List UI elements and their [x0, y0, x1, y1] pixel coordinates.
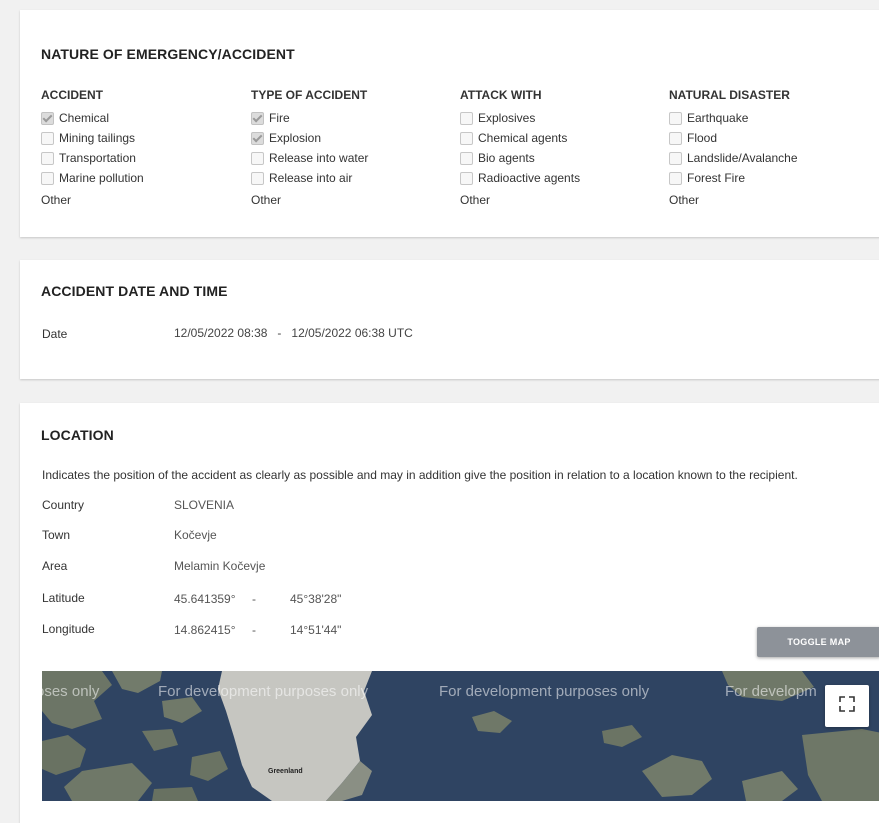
- checkbox-option[interactable]: Flood: [669, 128, 869, 148]
- checkbox[interactable]: [460, 131, 473, 145]
- checkbox-label: Marine pollution: [59, 171, 144, 185]
- town-label: Town: [42, 528, 71, 542]
- latitude-separator: -: [252, 592, 256, 606]
- checkbox-label: Release into water: [269, 151, 369, 165]
- checkbox-option[interactable]: Explosion: [251, 128, 451, 148]
- checkbox-label: Earthquake: [687, 111, 749, 125]
- map-watermark: For development purposes only: [439, 683, 650, 700]
- accident-datetime-title: ACCIDENT DATE AND TIME: [41, 283, 228, 299]
- checkbox-option[interactable]: Fire: [251, 108, 451, 128]
- checkbox-label: Bio agents: [478, 151, 535, 165]
- checkbox[interactable]: [669, 171, 682, 185]
- checkbox[interactable]: [41, 131, 54, 145]
- longitude-separator: -: [252, 623, 256, 637]
- checkbox[interactable]: [460, 151, 473, 165]
- nature-of-emergency-title: NATURE OF EMERGENCY/ACCIDENT: [41, 46, 295, 62]
- checkbox[interactable]: [669, 111, 682, 125]
- checkbox-label: Radioactive agents: [478, 171, 581, 185]
- latitude-label: Latitude: [42, 591, 85, 605]
- area-label: Area: [42, 559, 68, 573]
- checkbox-label: Landslide/Avalanche: [687, 151, 798, 165]
- fullscreen-button[interactable]: [825, 685, 869, 727]
- checkbox-label: Flood: [687, 131, 718, 145]
- date-value: 12/05/2022 08:38 - 12/05/2022 06:38 UTC: [174, 326, 413, 340]
- nature-column: ATTACK WITH Explosives Chemical agents Bio …: [460, 88, 660, 207]
- checkbox[interactable]: [669, 131, 682, 145]
- column-heading: ACCIDENT: [41, 88, 103, 102]
- checkbox-option[interactable]: Release into air: [251, 168, 451, 188]
- checkbox[interactable]: [251, 151, 264, 165]
- checkbox-option[interactable]: Marine pollution: [41, 168, 241, 188]
- location-card: LOCATION Indicates the position of the a…: [20, 403, 879, 823]
- checkbox[interactable]: [251, 111, 264, 125]
- location-title: LOCATION: [41, 427, 114, 443]
- checkbox-option[interactable]: Landslide/Avalanche: [669, 148, 869, 168]
- checkbox-label: Transportation: [59, 151, 136, 165]
- checkbox-option[interactable]: Chemical: [41, 108, 241, 128]
- latitude-decimal: 45.641359°: [174, 592, 236, 606]
- checkbox-label: Release into air: [269, 171, 353, 185]
- checkbox[interactable]: [460, 111, 473, 125]
- nature-column: ACCIDENT Chemical Mining tailings Transport…: [41, 88, 241, 207]
- checkbox-option[interactable]: Release into water: [251, 148, 451, 168]
- location-description: Indicates the position of the accident a…: [42, 468, 798, 482]
- checkbox-option[interactable]: Transportation: [41, 148, 241, 168]
- checkbox[interactable]: [41, 151, 54, 165]
- checkbox[interactable]: [460, 171, 473, 185]
- checkbox-option[interactable]: Radioactive agents: [460, 168, 660, 188]
- map-watermark: For developm: [725, 683, 817, 700]
- checkbox-option[interactable]: Bio agents: [460, 148, 660, 168]
- checkbox-label: Explosives: [478, 111, 536, 125]
- map-watermark: For development purposes only: [158, 683, 369, 700]
- accident-datetime-card: ACCIDENT DATE AND TIME Date 12/05/2022 0…: [20, 260, 879, 379]
- column-heading: TYPE OF ACCIDENT: [251, 88, 368, 102]
- longitude-label: Longitude: [42, 622, 95, 636]
- nature-of-emergency-card: NATURE OF EMERGENCY/ACCIDENT ACCIDENT Che…: [20, 10, 879, 237]
- checkbox[interactable]: [251, 131, 264, 145]
- map-place-label: Greenland: [268, 768, 303, 775]
- map-view[interactable]: oses only For development purposes only …: [42, 671, 879, 801]
- nature-column: TYPE OF ACCIDENT Fire Explosion Release int…: [251, 88, 451, 207]
- map-watermark: oses only: [42, 683, 100, 700]
- checkbox[interactable]: [41, 171, 54, 185]
- longitude-dms: 14°51'44": [290, 623, 342, 637]
- checkbox-label: Mining tailings: [59, 131, 136, 145]
- other-label: Other: [251, 193, 282, 207]
- checkbox[interactable]: [41, 111, 54, 125]
- area-value: Melamin Kočevje: [174, 559, 266, 573]
- checkbox[interactable]: [669, 151, 682, 165]
- checkbox-label: Explosion: [269, 131, 322, 145]
- column-heading: NATURAL DISASTER: [669, 88, 790, 102]
- checkbox-label: Chemical agents: [478, 131, 568, 145]
- column-heading: ATTACK WITH: [460, 88, 542, 102]
- checkbox-label: Fire: [269, 111, 290, 125]
- longitude-decimal: 14.862415°: [174, 623, 236, 637]
- nature-column: NATURAL DISASTER Earthquake Flood Landslide…: [669, 88, 869, 207]
- fullscreen-icon: [838, 695, 856, 718]
- other-label: Other: [669, 193, 700, 207]
- town-value: Kočevje: [174, 528, 217, 542]
- latitude-dms: 45°38'28": [290, 592, 342, 606]
- checkbox-option[interactable]: Forest Fire: [669, 168, 869, 188]
- checkbox-label: Forest Fire: [687, 171, 746, 185]
- toggle-map-button[interactable]: TOGGLE MAP: [757, 627, 879, 657]
- checkbox-option[interactable]: Explosives: [460, 108, 660, 128]
- country-value: SLOVENIA: [174, 498, 235, 512]
- checkbox-option[interactable]: Earthquake: [669, 108, 869, 128]
- date-label: Date: [42, 327, 68, 341]
- checkbox-label: Chemical: [59, 111, 110, 125]
- country-label: Country: [42, 498, 85, 512]
- checkbox-option[interactable]: Mining tailings: [41, 128, 241, 148]
- other-label: Other: [41, 193, 72, 207]
- checkbox-option[interactable]: Chemical agents: [460, 128, 660, 148]
- checkbox[interactable]: [251, 171, 264, 185]
- other-label: Other: [460, 193, 491, 207]
